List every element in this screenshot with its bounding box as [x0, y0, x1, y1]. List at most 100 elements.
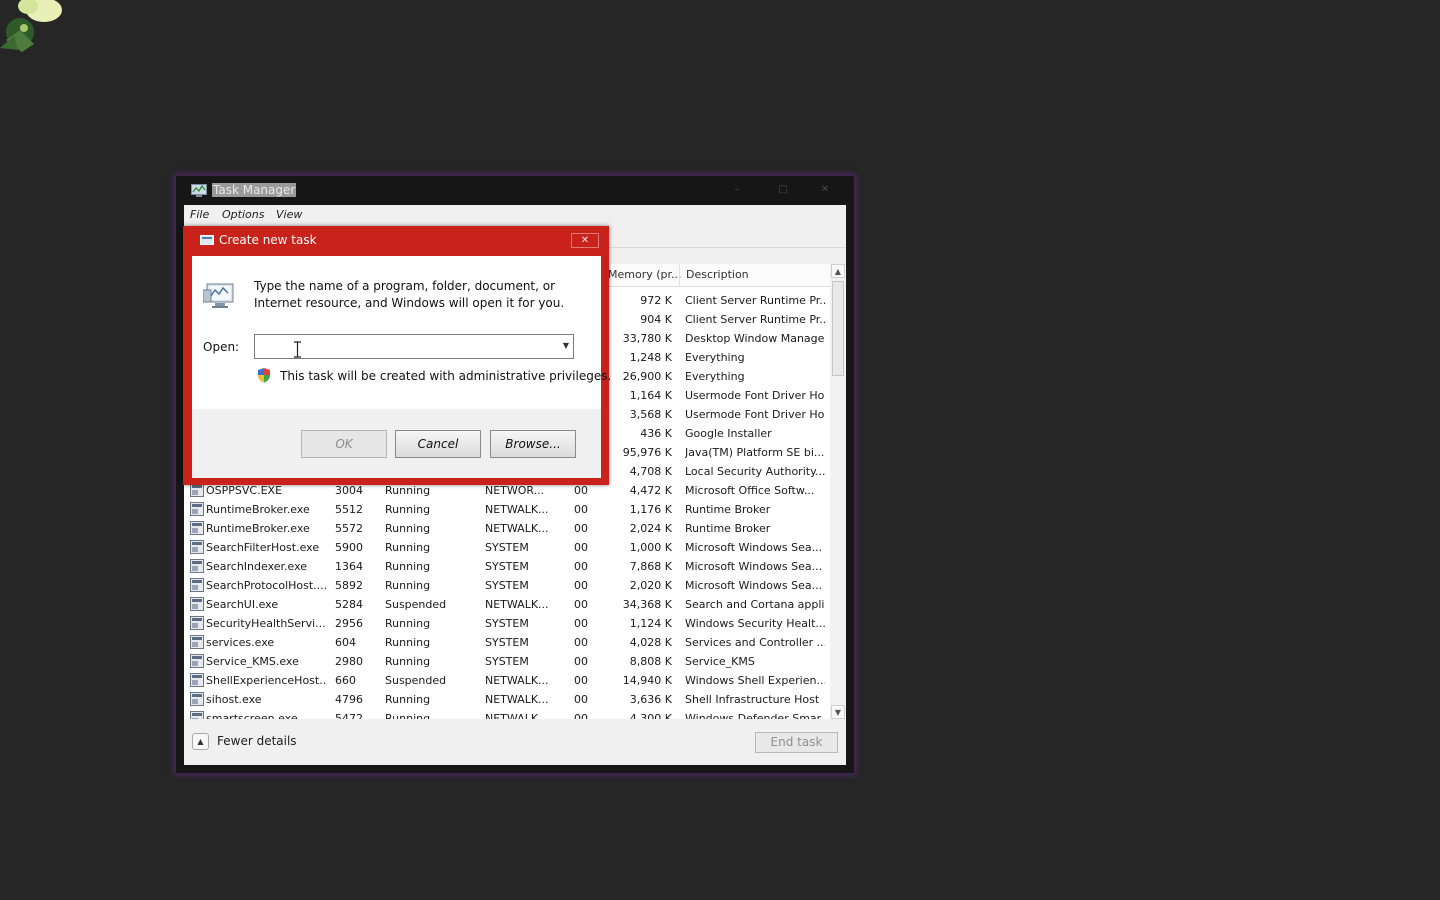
dialog-footer: OK Cancel Browse...: [192, 409, 601, 478]
process-user: SYSTEM: [485, 617, 529, 630]
process-memory: 436 K: [640, 427, 672, 440]
scroll-thumb[interactable]: [832, 281, 844, 376]
fewer-details-link[interactable]: Fewer details: [217, 734, 297, 748]
table-row[interactable]: smartscreen.exe 5472 Running NETWALK... 00 4,…: [184, 709, 830, 719]
process-cpu: 00: [574, 522, 588, 535]
process-description: Usermode Font Driver Host: [685, 408, 825, 421]
process-icon: [190, 521, 204, 535]
process-name: SearchUI.exe: [206, 598, 279, 611]
table-row[interactable]: SearchProtocolHost.... 5892 Running SYSTEM 0…: [184, 576, 830, 595]
table-row[interactable]: ShellExperienceHost... 660 Suspended NETWAL…: [184, 671, 830, 690]
create-new-task-dialog: Create new task ✕ Type the name of a pro…: [183, 226, 611, 485]
process-name: SecurityHealthServi...: [206, 617, 326, 630]
process-name: SearchProtocolHost....: [206, 579, 326, 592]
process-cpu: 00: [574, 503, 588, 516]
process-memory: 1,164 K: [629, 389, 672, 402]
maximize-button[interactable]: □: [770, 182, 796, 198]
dialog-title: Create new task: [219, 233, 317, 247]
text-cursor-icon: [294, 341, 301, 358]
footer: ▲ Fewer details End task: [184, 719, 846, 765]
process-description: Windows Shell Experien...: [685, 674, 825, 687]
process-icon: [190, 692, 204, 706]
process-status: Suspended: [385, 598, 447, 611]
table-row[interactable]: RuntimeBroker.exe 5572 Running NETWALK... 00…: [184, 519, 830, 538]
process-name: smartscreen.exe: [206, 712, 298, 719]
process-description: Usermode Font Driver Host: [685, 389, 825, 402]
process-status: Running: [385, 693, 431, 706]
menu-view[interactable]: View: [276, 208, 302, 222]
open-combobox[interactable]: ▼: [254, 334, 574, 359]
table-row[interactable]: SearchIndexer.exe 1364 Running SYSTEM 00 7,86…: [184, 557, 830, 576]
process-description: Runtime Broker: [685, 522, 771, 535]
process-status: Running: [385, 560, 431, 573]
process-description: Desktop Window Manager: [685, 332, 825, 345]
process-cpu: 00: [574, 617, 588, 630]
process-description: Everything: [685, 351, 745, 364]
cancel-button[interactable]: Cancel: [395, 430, 481, 458]
process-status: Suspended: [385, 674, 447, 687]
menu-file[interactable]: File: [190, 208, 209, 222]
dialog-body: Type the name of a program, folder, docu…: [192, 256, 611, 478]
process-status: Running: [385, 712, 431, 719]
process-icon: [190, 483, 204, 497]
process-user: NETWALK...: [485, 674, 549, 687]
run-dialog-icon: [200, 235, 214, 245]
process-user: SYSTEM: [485, 636, 529, 649]
column-description[interactable]: Description: [679, 264, 830, 286]
process-pid: 5284: [335, 598, 363, 611]
process-icon: [190, 635, 204, 649]
process-memory: 95,976 K: [622, 446, 672, 459]
dialog-close-button[interactable]: ✕: [571, 233, 599, 248]
process-memory: 1,176 K: [629, 503, 672, 516]
process-status: Running: [385, 655, 431, 668]
run-program-icon: [203, 283, 234, 308]
ok-button[interactable]: OK: [301, 430, 387, 458]
admin-privileges-note: This task will be created with administr…: [280, 369, 612, 383]
table-row[interactable]: Service_KMS.exe 2980 Running SYSTEM 00 8,808 …: [184, 652, 830, 671]
table-row[interactable]: sihost.exe 4796 Running NETWALK... 00 3,636 K…: [184, 690, 830, 709]
process-cpu: 00: [574, 598, 588, 611]
process-pid: 2956: [335, 617, 363, 630]
table-row[interactable]: SearchFilterHost.exe 5900 Running SYSTEM 00 1…: [184, 538, 830, 557]
close-button[interactable]: ✕: [812, 182, 838, 198]
process-user: NETWALK...: [485, 693, 549, 706]
process-memory: 1,124 K: [629, 617, 672, 630]
end-task-button[interactable]: End task: [755, 732, 838, 753]
table-row[interactable]: SecurityHealthServi... 2956 Running SYSTEM 0…: [184, 614, 830, 633]
table-row[interactable]: RuntimeBroker.exe 5512 Running NETWALK... 00…: [184, 500, 830, 519]
menu-bar: File Options View: [184, 205, 846, 225]
process-cpu: 00: [574, 541, 588, 554]
vertical-scrollbar[interactable]: ▲ ▼: [830, 264, 846, 719]
scroll-up-icon[interactable]: ▲: [831, 264, 845, 278]
column-memory[interactable]: Memory (pr...: [604, 264, 682, 286]
process-pid: 5892: [335, 579, 363, 592]
process-pid: 604: [335, 636, 356, 649]
table-row[interactable]: services.exe 604 Running SYSTEM 00 4,028 K Ser…: [184, 633, 830, 652]
process-icon: [190, 616, 204, 630]
process-description: Services and Controller ...: [685, 636, 825, 649]
process-memory: 1,000 K: [629, 541, 672, 554]
table-row[interactable]: SearchUI.exe 5284 Suspended NETWALK... 00 34,…: [184, 595, 830, 614]
process-name: Service_KMS.exe: [206, 655, 299, 668]
process-name: services.exe: [206, 636, 275, 649]
process-pid: 5572: [335, 522, 363, 535]
process-pid: 5472: [335, 712, 363, 719]
title-bar[interactable]: Task Manager – □ ✕: [176, 176, 854, 205]
scroll-down-icon[interactable]: ▼: [831, 705, 845, 719]
process-description: Client Server Runtime Pr...: [685, 313, 825, 326]
process-name: ShellExperienceHost...: [206, 674, 326, 687]
process-user: SYSTEM: [485, 579, 529, 592]
process-user: SYSTEM: [485, 560, 529, 573]
process-memory: 4,028 K: [629, 636, 672, 649]
minimize-button[interactable]: –: [724, 182, 750, 198]
process-description: Windows Defender Smar...: [685, 712, 825, 719]
process-memory: 14,940 K: [622, 674, 672, 687]
process-memory: 8,808 K: [629, 655, 672, 668]
process-memory: 4,708 K: [629, 465, 672, 478]
process-icon: [190, 540, 204, 554]
process-cpu: 00: [574, 674, 588, 687]
chevron-down-icon[interactable]: ▼: [563, 341, 569, 350]
chevron-up-icon[interactable]: ▲: [192, 733, 209, 750]
menu-options[interactable]: Options: [222, 208, 264, 222]
browse-button[interactable]: Browse...: [490, 430, 576, 458]
